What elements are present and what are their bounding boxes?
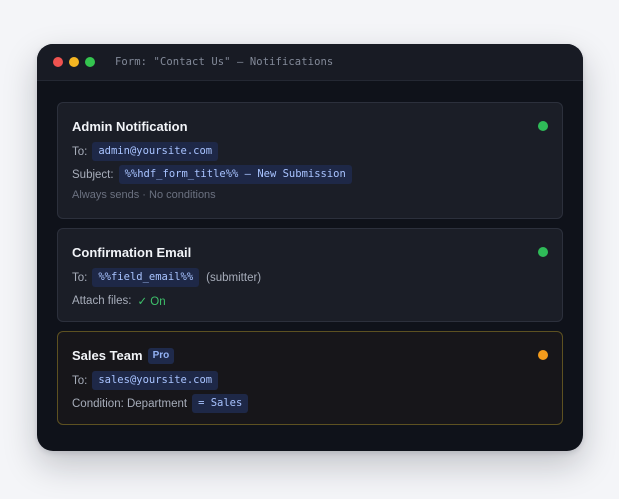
recipient-suffix: (submitter) bbox=[206, 271, 262, 284]
subject-row: Subject: %%hdf_form_title%% — New Submis… bbox=[72, 165, 548, 184]
notifications-window: Form: "Contact Us" — Notifications Admin… bbox=[37, 44, 583, 451]
card-header: Confirmation Email bbox=[72, 244, 548, 261]
recipient-row: To: %%field_email%% (submitter) bbox=[72, 268, 548, 287]
notification-list: Admin Notification To: admin@yoursite.co… bbox=[57, 102, 563, 434]
minimize-window-button[interactable] bbox=[69, 57, 79, 67]
to-label: To: bbox=[72, 145, 88, 158]
maximize-window-button[interactable] bbox=[85, 57, 95, 67]
conditions-note: Always sends · No conditions bbox=[72, 189, 216, 201]
condition-row: Condition: Department = Sales bbox=[72, 394, 548, 413]
attach-files-label: Attach files: bbox=[72, 294, 132, 307]
card-title: Admin Notification bbox=[72, 119, 188, 134]
close-window-button[interactable] bbox=[53, 57, 63, 67]
card-header: Sales Team Pro bbox=[72, 347, 548, 364]
status-indicator bbox=[538, 121, 548, 131]
condition-label: Condition: Department bbox=[72, 397, 188, 410]
subject-value: %%hdf_form_title%% — New Submission bbox=[118, 165, 352, 184]
status-indicator bbox=[538, 350, 548, 360]
title-bar: Form: "Contact Us" — Notifications bbox=[37, 44, 583, 81]
status-indicator bbox=[538, 247, 548, 257]
attach-files-row: Attach files: ✓ On bbox=[72, 291, 548, 310]
notification-card-sales[interactable]: Sales Team Pro To: sales@yoursite.com Co… bbox=[57, 331, 563, 425]
to-label: To: bbox=[72, 374, 88, 387]
condition-value: = Sales bbox=[192, 394, 249, 413]
subject-label: Subject: bbox=[72, 168, 114, 181]
card-title: Confirmation Email bbox=[72, 245, 192, 260]
notification-card-admin[interactable]: Admin Notification To: admin@yoursite.co… bbox=[57, 102, 563, 219]
card-title: Sales Team bbox=[72, 348, 143, 363]
card-header: Admin Notification bbox=[72, 118, 548, 135]
recipient-value: admin@yoursite.com bbox=[92, 142, 219, 161]
recipient-row: To: admin@yoursite.com bbox=[72, 142, 548, 161]
recipient-value: %%field_email%% bbox=[92, 268, 200, 287]
pro-badge: Pro bbox=[147, 347, 175, 364]
to-label: To: bbox=[72, 271, 88, 284]
window-title: Form: "Contact Us" — Notifications bbox=[115, 56, 334, 68]
notification-card-confirmation[interactable]: Confirmation Email To: %%field_email%% (… bbox=[57, 228, 563, 322]
recipient-row: To: sales@yoursite.com bbox=[72, 371, 548, 390]
recipient-value: sales@yoursite.com bbox=[92, 371, 219, 390]
attach-files-value: ✓ On bbox=[137, 295, 166, 308]
